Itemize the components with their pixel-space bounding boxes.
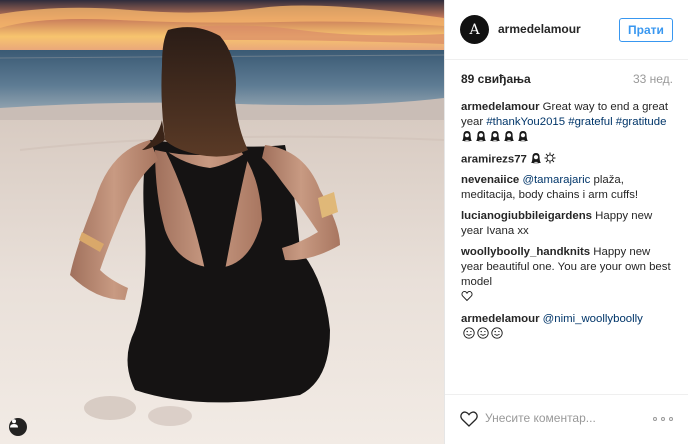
woman-icon bbox=[517, 130, 529, 142]
comment-username[interactable]: armedelamour bbox=[461, 101, 540, 113]
comment-item: nevenaiice @tamarajaric plaža, meditacij… bbox=[461, 173, 675, 203]
likes-count[interactable]: 89 свиђања bbox=[461, 72, 531, 86]
comment-username[interactable]: woollyboolly_handknits bbox=[461, 246, 590, 258]
comment-item: armedelamour @nimi_woollyboolly bbox=[461, 312, 675, 343]
mention-link[interactable]: @tamarajaric bbox=[522, 174, 590, 186]
comment-username[interactable]: armedelamour bbox=[461, 313, 540, 325]
tongue-face-icon bbox=[463, 326, 475, 339]
comment-username[interactable]: aramirezs77 bbox=[461, 153, 527, 165]
emoji-row bbox=[530, 152, 558, 167]
instagram-post: A armedelamour Прати 89 свиђања 33 нед. … bbox=[0, 0, 688, 444]
hashtag-link[interactable]: #grateful bbox=[568, 116, 612, 128]
comment-item: lucianogiubbileigardens Happy new year I… bbox=[461, 209, 675, 239]
post-meta: 89 свиђања 33 нед. bbox=[461, 72, 673, 88]
woman-icon bbox=[503, 130, 515, 142]
woman-icon bbox=[530, 152, 542, 164]
hashtag-link[interactable]: #gratitude bbox=[616, 116, 667, 128]
mention-link[interactable]: @nimi_woollyboolly bbox=[543, 313, 643, 325]
comments-list: armedelamour Great way to end a great ye… bbox=[461, 100, 675, 348]
post-side-panel: A armedelamour Прати 89 свиђања 33 нед. … bbox=[444, 0, 688, 444]
emoji-row bbox=[461, 130, 531, 145]
more-options-icon[interactable] bbox=[653, 415, 673, 423]
comment-item: woollyboolly_handknits Happy new year be… bbox=[461, 245, 675, 306]
header-username[interactable]: armedelamour bbox=[498, 22, 581, 36]
post-age[interactable]: 33 нед. bbox=[633, 72, 673, 86]
post-footer bbox=[445, 394, 688, 444]
heart-outline-icon bbox=[461, 290, 473, 302]
comment-input[interactable] bbox=[485, 407, 645, 429]
hashtag-link[interactable]: #thankYou2015 bbox=[486, 116, 565, 128]
tongue-face-icon bbox=[477, 326, 489, 339]
comment-item: aramirezs77 bbox=[461, 152, 675, 168]
emoji-row bbox=[461, 326, 503, 342]
woman-icon bbox=[461, 130, 473, 142]
sun-icon bbox=[544, 152, 556, 164]
avatar[interactable]: A bbox=[460, 15, 489, 44]
comment-username[interactable]: lucianogiubbileigardens bbox=[461, 210, 592, 222]
like-heart-icon[interactable] bbox=[460, 411, 478, 427]
beach-sunset-photo bbox=[0, 0, 444, 444]
comment-item: armedelamour Great way to end a great ye… bbox=[461, 100, 675, 146]
comment-username[interactable]: nevenaiice bbox=[461, 174, 519, 186]
user-tag-icon[interactable] bbox=[9, 418, 27, 436]
tongue-face-icon bbox=[491, 326, 503, 339]
emoji-row bbox=[461, 290, 475, 305]
post-photo[interactable] bbox=[0, 0, 444, 444]
woman-icon bbox=[489, 130, 501, 142]
follow-button[interactable]: Прати bbox=[619, 18, 673, 42]
post-header: A armedelamour Прати bbox=[445, 0, 688, 60]
woman-icon bbox=[475, 130, 487, 142]
